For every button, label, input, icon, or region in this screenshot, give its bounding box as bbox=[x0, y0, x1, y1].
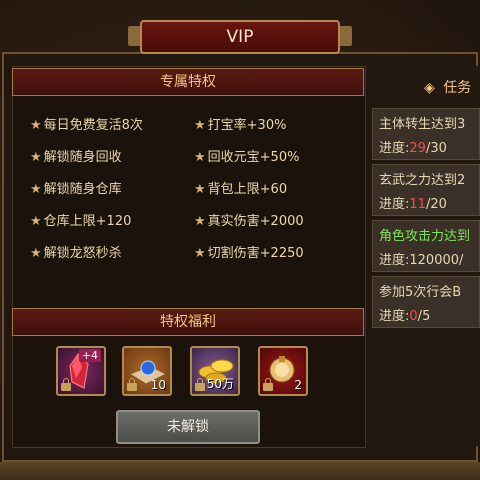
lock-icon bbox=[61, 378, 71, 391]
star-icon: ★ bbox=[30, 214, 42, 229]
task-progress: 进度:11/20 bbox=[379, 197, 447, 212]
star-icon: ★ bbox=[30, 150, 42, 165]
lock-icon bbox=[195, 378, 205, 391]
privilege-text: 解锁随身仓库 bbox=[43, 182, 122, 197]
privilege-item: ★ 解锁随身仓库 bbox=[30, 178, 122, 197]
diamond-icon: ◈ bbox=[424, 80, 435, 96]
privilege-item: ★ 打宝率+30% bbox=[194, 114, 286, 133]
privileges-header: 专属特权 bbox=[12, 68, 364, 96]
star-icon: ★ bbox=[30, 182, 42, 197]
task-card[interactable]: 参加5次行会B 进度:0/5 bbox=[372, 276, 480, 328]
star-icon: ★ bbox=[194, 182, 206, 197]
task-name: 主体转生达到3 bbox=[379, 117, 466, 132]
slot-count: 50万 bbox=[206, 377, 234, 391]
star-icon: ★ bbox=[194, 150, 206, 165]
reward-slot[interactable]: +4 bbox=[56, 346, 106, 396]
window-title: VIP bbox=[226, 27, 254, 47]
slot-count: 10 bbox=[150, 378, 166, 392]
reward-slot[interactable]: 10 bbox=[122, 346, 172, 396]
privilege-text: 真实伤害+2000 bbox=[207, 214, 304, 229]
task-progress: 进度:0/5 bbox=[379, 309, 431, 324]
star-icon: ★ bbox=[194, 214, 206, 229]
star-icon: ★ bbox=[194, 246, 206, 261]
slot-count: 2 bbox=[294, 378, 302, 392]
privilege-item: ★ 仓库上限+120 bbox=[30, 210, 131, 229]
privilege-text: 解锁随身回收 bbox=[43, 150, 122, 165]
lock-icon bbox=[263, 378, 273, 391]
privilege-text: 切割伤害+2250 bbox=[207, 246, 304, 261]
star-icon: ★ bbox=[194, 118, 206, 133]
privilege-item: ★ 解锁龙怒秒杀 bbox=[30, 242, 122, 261]
privilege-text: 解锁龙怒秒杀 bbox=[43, 246, 122, 261]
bottom-frame bbox=[0, 462, 480, 480]
privilege-item: ★ 解锁随身回收 bbox=[30, 146, 122, 165]
privilege-item: ★ 真实伤害+2000 bbox=[194, 210, 304, 229]
privilege-text: 背包上限+60 bbox=[207, 182, 288, 197]
unlock-button[interactable]: 未解锁 bbox=[116, 410, 260, 444]
task-card[interactable]: 玄武之力达到2 进度:11/20 bbox=[372, 164, 480, 216]
task-header: ◈ 任务 bbox=[370, 72, 480, 104]
task-card[interactable]: 主体转生达到3 进度:29/30 bbox=[372, 108, 480, 160]
task-progress: 进度:120000/ bbox=[379, 253, 464, 268]
star-icon: ★ bbox=[30, 246, 42, 261]
privilege-item: ★ 回收元宝+50% bbox=[194, 146, 299, 165]
task-name: 参加5次行会B bbox=[379, 285, 462, 300]
title-cap-right bbox=[338, 26, 352, 46]
reward-slot[interactable]: 50万 bbox=[190, 346, 240, 396]
reward-slot[interactable]: 2 bbox=[258, 346, 308, 396]
privilege-text: 每日免费复活8次 bbox=[43, 118, 143, 133]
privilege-item: ★ 切割伤害+2250 bbox=[194, 242, 304, 261]
task-name: 角色攻击力达到 bbox=[379, 229, 471, 244]
star-icon: ★ bbox=[30, 118, 42, 133]
privilege-text: 仓库上限+120 bbox=[43, 214, 132, 229]
slot-badge: +4 bbox=[78, 349, 101, 362]
task-name: 玄武之力达到2 bbox=[379, 173, 466, 188]
benefits-header: 特权福利 bbox=[12, 308, 364, 336]
privilege-item: ★ 背包上限+60 bbox=[194, 178, 287, 197]
task-card[interactable]: 角色攻击力达到 进度:120000/ bbox=[372, 220, 480, 272]
lock-icon bbox=[127, 378, 137, 391]
privilege-text: 打宝率+30% bbox=[207, 118, 287, 133]
privilege-item: ★ 每日免费复活8次 bbox=[30, 114, 143, 133]
task-header-label: 任务 bbox=[443, 80, 472, 96]
task-progress: 进度:29/30 bbox=[379, 141, 447, 156]
privilege-text: 回收元宝+50% bbox=[207, 150, 300, 165]
